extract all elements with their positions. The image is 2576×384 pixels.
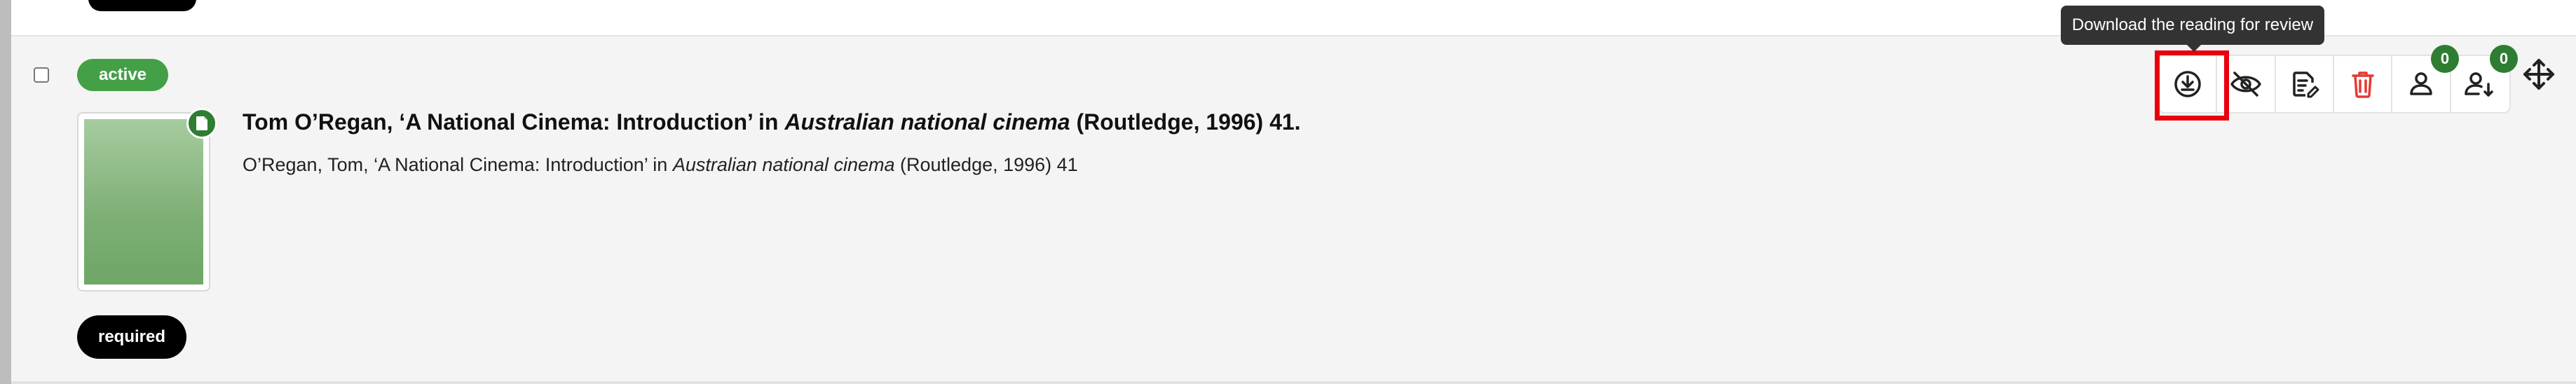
document-icon [186, 108, 217, 139]
status-badge: active [77, 59, 168, 91]
citation-source-italic: Australian national cinema [672, 154, 895, 175]
title-text: Tom O’Regan, ‘A National Cinema: Introdu… [243, 109, 785, 135]
highlight-box [2155, 50, 2229, 121]
user-count-badge: 0 [2431, 45, 2459, 73]
reading-title[interactable]: Tom O’Regan, ‘A National Cinema: Introdu… [243, 109, 1301, 135]
thumbnail-image [84, 119, 203, 284]
row-divider [11, 381, 2576, 384]
delete-button[interactable] [2334, 56, 2393, 112]
person-icon [2410, 72, 2432, 95]
edit-notes-button[interactable] [2276, 56, 2335, 112]
person-sort-icon [2465, 72, 2494, 97]
document-edit-icon [2293, 71, 2319, 98]
required-badge: required [77, 315, 186, 359]
move-icon[interactable] [2522, 57, 2556, 91]
trash-icon [2351, 71, 2374, 98]
citation-text: O’Regan, Tom, ‘A National Cinema: Introd… [243, 154, 673, 175]
left-rail [0, 0, 11, 384]
user-list-count-badge: 0 [2490, 45, 2518, 73]
previous-row-badge [88, 0, 196, 11]
reading-citation: O’Regan, Tom, ‘A National Cinema: Introd… [243, 154, 1078, 176]
eye-off-icon [2230, 71, 2261, 97]
citation-suffix: (Routledge, 1996) 41 [894, 154, 1078, 175]
reading-thumbnail[interactable] [77, 112, 210, 292]
select-checkbox[interactable] [34, 67, 49, 83]
title-suffix: (Routledge, 1996) 41. [1070, 109, 1301, 135]
tooltip-arrow [2186, 43, 2202, 52]
reading-list-panel: active Tom O’Regan, ‘A National Cinema: … [0, 0, 2576, 384]
download-tooltip: Download the reading for review [2061, 6, 2324, 45]
title-source-italic: Australian national cinema [784, 109, 1070, 135]
